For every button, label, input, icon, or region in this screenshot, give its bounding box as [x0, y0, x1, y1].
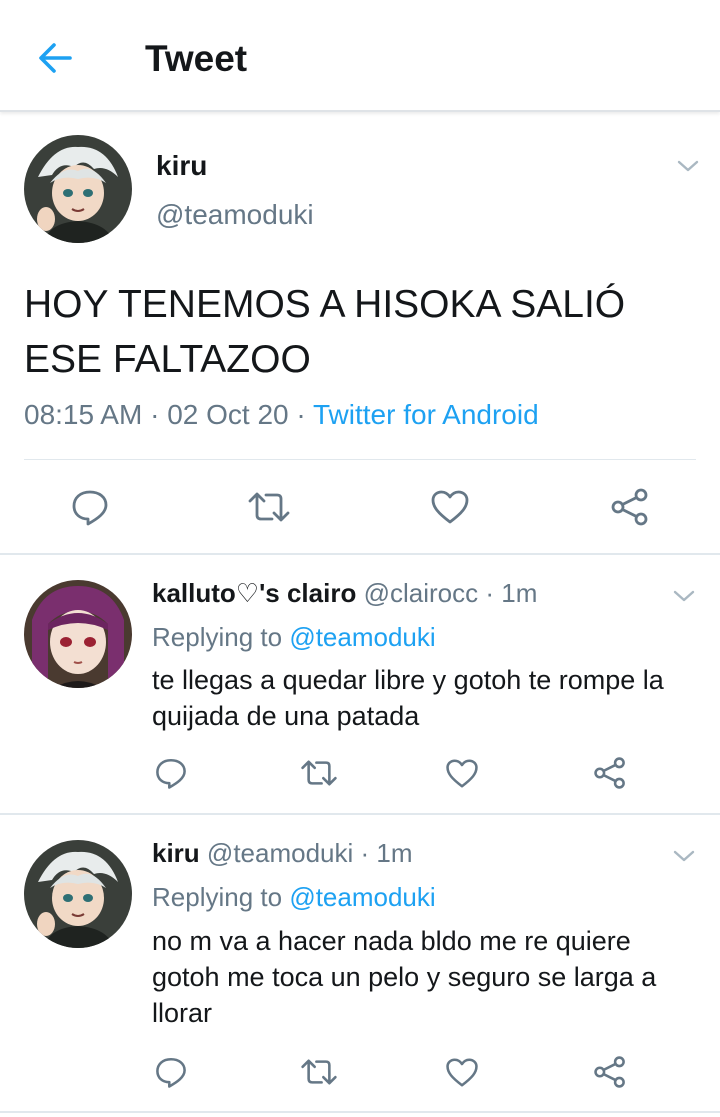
- like-button[interactable]: [430, 489, 470, 525]
- retweet-icon: [301, 1059, 337, 1085]
- meta-separator: ·: [360, 838, 370, 868]
- reply-header: kiru @teamoduki · 1m: [152, 838, 413, 869]
- chevron-down-icon: [673, 590, 695, 602]
- tweet-options-button[interactable]: [672, 844, 696, 868]
- share-icon: [594, 757, 625, 789]
- reply-author-handle[interactable]: @teamoduki: [207, 838, 353, 868]
- reply-text: no m va a hacer nada bldo me re quiere g…: [152, 926, 657, 1028]
- reply-time: 1m: [501, 578, 538, 608]
- avatar[interactable]: [24, 580, 132, 688]
- divider: [0, 1111, 720, 1113]
- tweet-text: HOY TENEMOS A HISOKA SALIÓ ESE FALTAZOO: [24, 283, 626, 381]
- reply-icon: [72, 490, 108, 526]
- retweet-icon: [248, 492, 290, 522]
- meta-separator: ·: [150, 399, 160, 430]
- replying-to: Replying to @teamoduki: [152, 622, 436, 653]
- reply-time: 1m: [376, 838, 413, 868]
- tweet-options-button[interactable]: [672, 584, 696, 608]
- top-app-bar: Tweet: [0, 0, 720, 112]
- divider: [0, 553, 720, 555]
- like-button[interactable]: [445, 758, 479, 789]
- reply-icon: [156, 1057, 186, 1088]
- tweet-options-button[interactable]: [676, 154, 700, 178]
- replying-mention-link[interactable]: @teamoduki: [289, 622, 435, 652]
- share-icon: [594, 1056, 625, 1088]
- heart-icon: [446, 1058, 478, 1087]
- avatar[interactable]: [24, 840, 132, 948]
- back-button[interactable]: [34, 36, 78, 80]
- tweet-meta: 08:15 AM · 02 Oct 20 · Twitter for Andro…: [24, 399, 539, 431]
- like-button[interactable]: [445, 1057, 479, 1088]
- reply-button[interactable]: [154, 756, 188, 790]
- replying-prefix: Replying to: [152, 882, 283, 912]
- tweet-date: 02 Oct 20: [167, 399, 289, 430]
- retweet-button[interactable]: [300, 1056, 338, 1088]
- divider: [24, 459, 696, 460]
- share-button[interactable]: [592, 756, 628, 790]
- tweet-time: 08:15 AM: [24, 399, 143, 430]
- arrow-left-icon: [39, 43, 72, 73]
- replying-mention-link[interactable]: @teamoduki: [289, 882, 435, 912]
- divider: [0, 813, 720, 815]
- reply-header: kalluto♡'s clairo @clairocc · 1m: [152, 578, 537, 609]
- share-button[interactable]: [609, 487, 651, 527]
- share-icon: [611, 488, 648, 526]
- replying-prefix: Replying to: [152, 622, 283, 652]
- replying-to: Replying to @teamoduki: [152, 882, 436, 913]
- avatar-image: [24, 580, 132, 688]
- author-name[interactable]: kiru: [156, 150, 207, 182]
- tweet-source-link[interactable]: Twitter for Android: [313, 399, 539, 430]
- reply-button[interactable]: [154, 1055, 188, 1089]
- page-title: Tweet: [145, 38, 248, 79]
- reply-icon: [156, 758, 186, 789]
- retweet-icon: [301, 760, 337, 786]
- chevron-down-icon: [673, 850, 695, 862]
- avatar-image: [24, 135, 132, 243]
- avatar-image: [24, 840, 132, 948]
- chevron-down-icon: [677, 160, 699, 172]
- share-button[interactable]: [592, 1055, 628, 1089]
- meta-separator: ·: [485, 578, 495, 608]
- avatar[interactable]: [24, 135, 132, 243]
- author-handle[interactable]: @teamoduki: [156, 199, 314, 231]
- heart-icon: [431, 490, 469, 524]
- reply-button[interactable]: [70, 487, 110, 527]
- reply-author-name[interactable]: kiru: [152, 838, 200, 868]
- heart-icon: [446, 759, 478, 788]
- retweet-button[interactable]: [247, 489, 291, 525]
- retweet-button[interactable]: [300, 757, 338, 789]
- meta-separator: ·: [296, 399, 306, 430]
- reply-author-handle[interactable]: @clairocc: [364, 578, 479, 608]
- reply-text: te llegas a quedar libre y gotoh te romp…: [152, 665, 664, 731]
- reply-author-name[interactable]: kalluto♡'s clairo: [152, 578, 356, 608]
